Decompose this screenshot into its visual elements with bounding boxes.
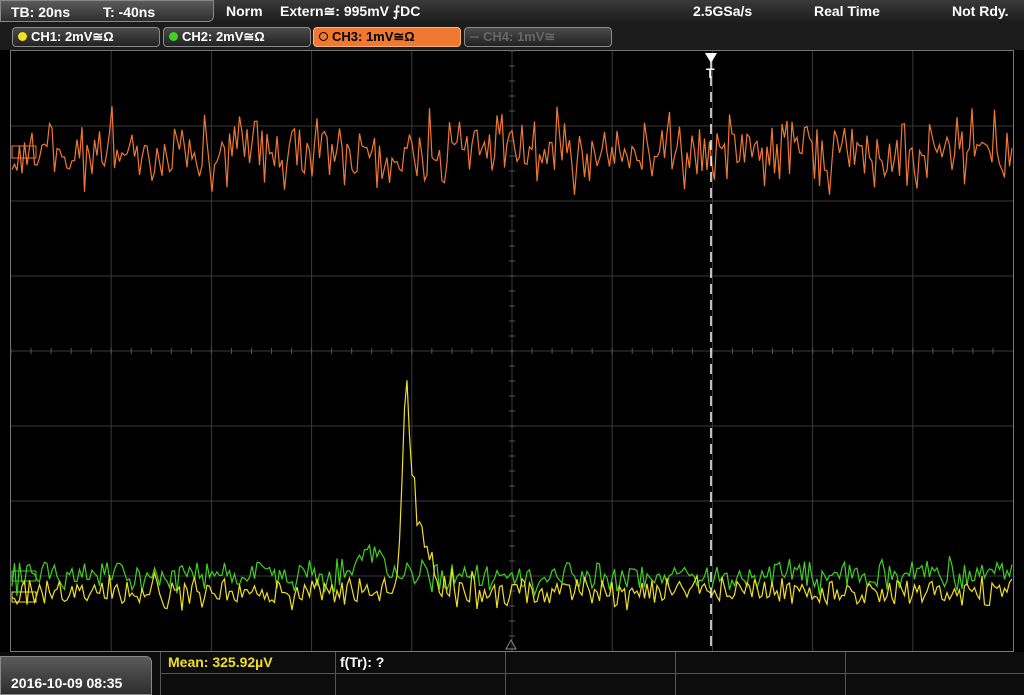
meas-divider-5 (845, 652, 846, 695)
meas-divider-1 (160, 652, 161, 695)
trigger-marker-label: T (706, 65, 715, 81)
waveform-canvas[interactable]: T (0, 0, 1024, 695)
meas-divider-4 (675, 652, 676, 695)
horizontal-position-icon[interactable] (505, 638, 517, 650)
trigger-position-arrow-icon[interactable] (705, 53, 717, 63)
frequency-measurement[interactable]: f(Tr): ? (340, 654, 384, 670)
meas-divider-2 (335, 652, 336, 695)
graticule (10, 50, 1013, 651)
meas-row-divider (160, 673, 1024, 674)
datetime-label: 2016-10-09 08:35 (11, 675, 123, 691)
mean-measurement[interactable]: Mean: 325.92µV (168, 654, 273, 670)
datetime-box: 2016-10-09 08:35 (0, 656, 152, 695)
meas-divider-3 (505, 652, 506, 695)
